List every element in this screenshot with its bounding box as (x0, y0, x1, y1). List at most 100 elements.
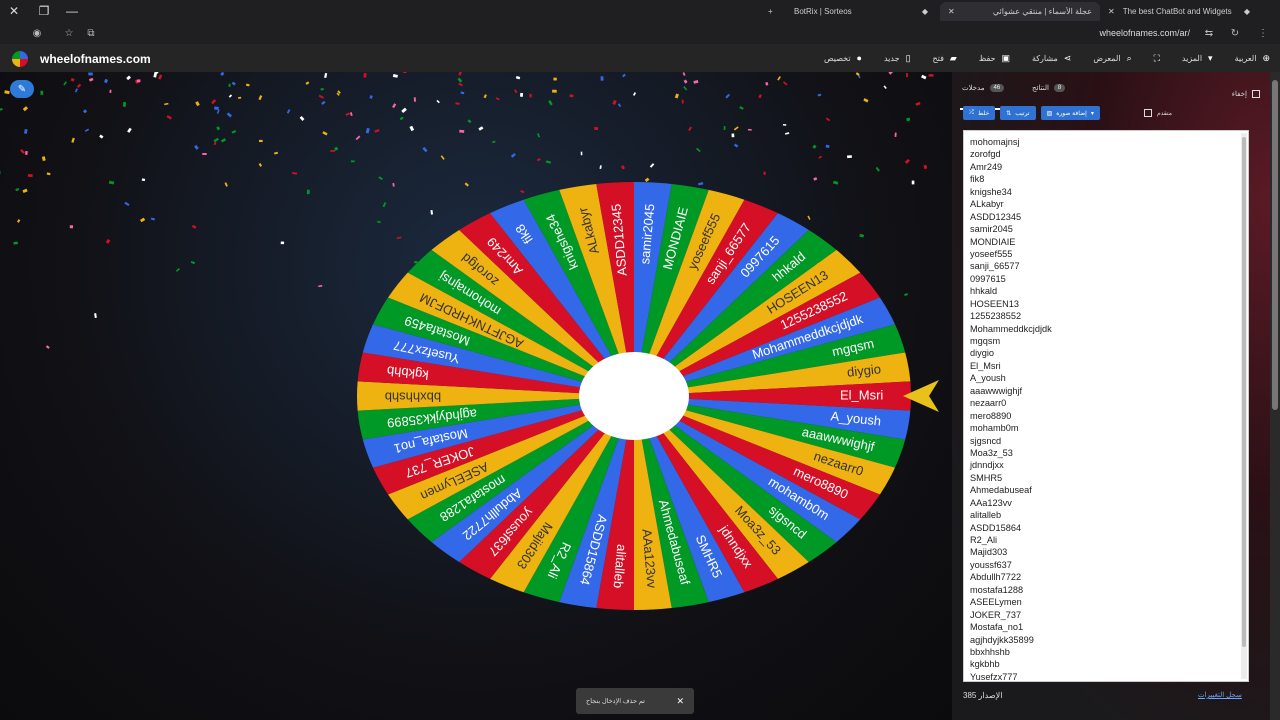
minimize-window-icon[interactable]: — (58, 0, 86, 22)
restore-window-icon[interactable]: ❐ (30, 0, 58, 22)
site-info-icon[interactable]: ◉ (26, 28, 48, 39)
share-icon: ⋖ (1063, 52, 1072, 63)
hide-toggle[interactable]: إخفاء (1232, 90, 1260, 98)
tab-wheelofnames[interactable]: ✕ عجلة الأسماء | منتقي عشوائي (940, 2, 1100, 21)
edit-pencil-icon[interactable]: ✎ (10, 80, 34, 98)
confetti-piece (548, 100, 553, 106)
top-menu: العربية ⊕ المزيد ▾ ⛶ المعرض ⌕ مشاركة ⋖ حفظ ▣ … (824, 44, 1270, 72)
advanced-checkbox[interactable] (1144, 109, 1152, 117)
file-icon: ▯ (905, 52, 911, 63)
confetti-piece (259, 139, 263, 143)
changelog-link[interactable]: سجل التغييرات (1198, 691, 1242, 699)
confetti-piece (693, 79, 699, 84)
tab-results[interactable]: النتائج 8 (1032, 84, 1066, 92)
entry-line: 1255238552 (970, 311, 1022, 322)
confetti-piece (190, 260, 196, 265)
wheel-hub[interactable] (579, 352, 689, 440)
confetti-piece (231, 81, 236, 86)
close-window-icon[interactable]: ✕ (0, 0, 28, 22)
confetti-piece (220, 72, 225, 77)
confetti-piece (374, 128, 380, 133)
name-wheel[interactable]: mohomajnsjzorofgdAmr249fik8 knigshe34ALka… (346, 176, 946, 626)
confetti-piece (622, 73, 626, 78)
shuffle-button[interactable]: ⤮ خلط (963, 106, 996, 120)
star-icon[interactable]: ☆ (58, 28, 80, 39)
reload-icon[interactable]: ↻ (1224, 28, 1246, 39)
menu-icon[interactable]: ⋮ (1252, 28, 1274, 39)
more-menu[interactable]: المزيد ▾ (1182, 53, 1213, 64)
entry-line: jdnndjxx (970, 460, 1004, 471)
entry-line: Yusefzx777 (970, 671, 1018, 682)
entries-textarea[interactable]: mohomajnsj zorofgd Amr249 fik8 knigshe34 ALka… (963, 130, 1249, 682)
confetti-piece (140, 217, 146, 223)
entry-line: yoseef555 (970, 248, 1013, 259)
tab-close-icon[interactable]: ✕ (948, 7, 955, 16)
confetti-piece (825, 144, 830, 149)
page-scrollbar[interactable] (1270, 72, 1280, 720)
confetti-piece (812, 144, 817, 149)
toast-notification: تم حذف الإدخال بنجاح ✕ (576, 688, 694, 714)
entry-line: fik8 (970, 174, 985, 185)
confetti-piece (158, 74, 163, 80)
toast-close-icon[interactable]: ✕ (676, 696, 684, 707)
confetti-piece (22, 106, 29, 112)
customize-button[interactable]: تخصيص ● (824, 53, 862, 63)
page-scrollbar-thumb[interactable] (1272, 80, 1278, 410)
confetti-piece (403, 72, 407, 74)
brand-name[interactable]: wheelofnames.com (40, 52, 151, 66)
gallery-button[interactable]: المعرض ⌕ (1093, 53, 1131, 64)
confetti-piece (305, 81, 310, 85)
language-menu[interactable]: العربية ⊕ (1235, 53, 1270, 64)
entry-line: Mohammeddkcjdjdk (970, 323, 1052, 334)
sort-button[interactable]: ⇅ ترتيب (1000, 106, 1036, 120)
confetti-piece (141, 178, 146, 182)
confetti-piece (620, 165, 625, 170)
menu-label: مشاركة (1031, 53, 1058, 63)
hide-checkbox[interactable] (1252, 90, 1260, 98)
open-button[interactable]: فتح ▰ (933, 53, 957, 64)
tune-icon[interactable]: ⇆ (1198, 28, 1220, 39)
confetti-piece (529, 93, 532, 98)
tab-close-icon[interactable]: ✕ (1108, 7, 1115, 16)
confetti-piece (17, 219, 21, 223)
new-tab-button[interactable]: + (760, 2, 781, 21)
add-image-button[interactable]: ▨ إضافة صورة ▾ (1040, 106, 1100, 120)
confetti-piece (330, 149, 336, 153)
confetti-piece (74, 88, 78, 93)
entry-line: alitalleb (970, 510, 1002, 521)
confetti-piece (195, 101, 200, 107)
confetti-piece (321, 100, 326, 105)
confetti-piece (723, 125, 726, 131)
scrollbar-thumb[interactable] (1242, 137, 1246, 647)
url-text[interactable]: wheelofnames.com/ar/ (1099, 28, 1190, 38)
advanced-toggle[interactable]: متقدم (1144, 109, 1172, 117)
confetti-piece (681, 99, 684, 104)
entry-line: HOSEEN13 (970, 298, 1020, 309)
confetti-piece (258, 95, 263, 101)
entry-line: samir2045 (970, 224, 1013, 235)
confetti-piece (220, 138, 227, 143)
confetti-piece (492, 140, 496, 144)
wheel-logo-icon (12, 51, 28, 67)
extension-icon[interactable]: ⧉ (80, 28, 102, 39)
entries-scrollbar[interactable] (1241, 133, 1247, 679)
tab-entries[interactable]: مدخلات 46 (962, 84, 1005, 92)
tab-chatbot[interactable]: ✕ The best ChatBot and Widgets ◆ (1100, 2, 1258, 21)
tab-title: BotRix | Sorteos (794, 7, 852, 16)
confetti-piece (536, 158, 541, 162)
confetti-piece (70, 78, 75, 82)
confetti-piece (94, 313, 97, 318)
entry-line: JOKER_737 (970, 609, 1022, 620)
entry-line: kgkbhb (970, 659, 1000, 670)
save-button[interactable]: حفظ ▣ (979, 53, 1010, 64)
confetti-piece (847, 155, 852, 159)
confetti-piece (682, 72, 686, 76)
new-button[interactable]: جديد ▯ (884, 53, 911, 64)
confetti-piece (45, 345, 50, 349)
fullscreen-button[interactable]: ⛶ (1154, 53, 1160, 64)
tab-botrix[interactable]: BotRix | Sorteos ◆ (786, 2, 936, 21)
shuffle-icon: ⤮ (969, 109, 974, 116)
share-button[interactable]: مشاركة ⋖ (1032, 53, 1071, 64)
entry-line: mero8890 (970, 410, 1012, 421)
confetti-piece (688, 126, 693, 132)
